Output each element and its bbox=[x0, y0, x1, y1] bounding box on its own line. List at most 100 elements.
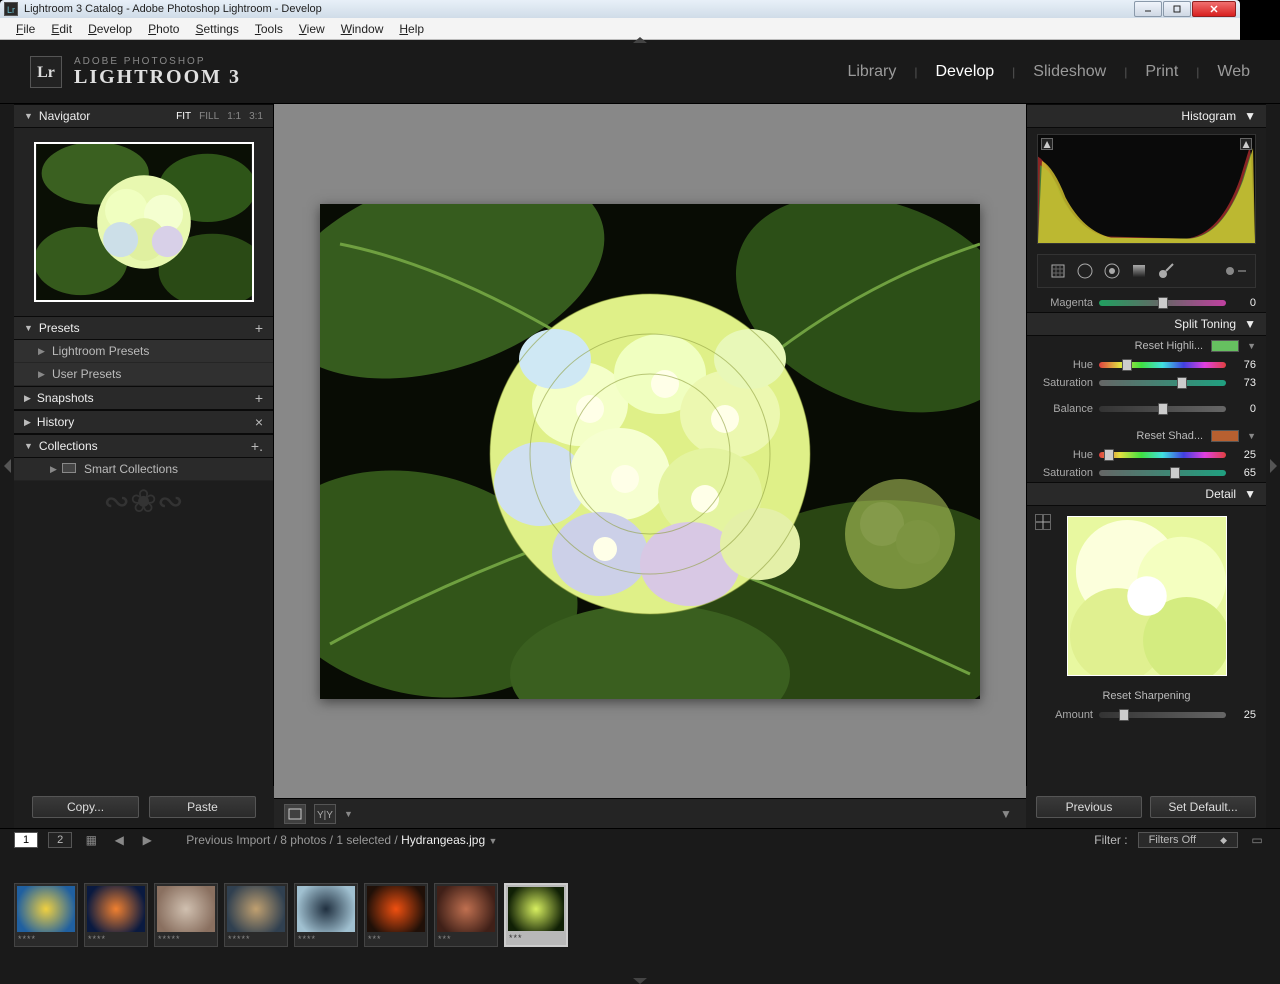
menu-settings[interactable]: Settings bbox=[187, 20, 246, 38]
module-print[interactable]: Print bbox=[1145, 63, 1178, 81]
presets-add-icon[interactable]: + bbox=[255, 320, 263, 336]
zoom-1-1[interactable]: 1:1 bbox=[227, 111, 241, 122]
menu-help[interactable]: Help bbox=[391, 20, 432, 38]
menu-file[interactable]: File bbox=[8, 20, 43, 38]
highlights-swatch[interactable] bbox=[1211, 340, 1239, 352]
nav-back-icon[interactable]: ◀ bbox=[110, 832, 128, 848]
magenta-slider[interactable]: Magenta 0 bbox=[1027, 294, 1266, 312]
tool-disclosure-icon[interactable] bbox=[1224, 260, 1246, 282]
shadows-sub-header[interactable]: Reset Shad... ▼ bbox=[1027, 426, 1266, 446]
filmstrip-thumb-6[interactable]: *** bbox=[434, 883, 498, 947]
before-after-button[interactable]: Y|Y bbox=[314, 804, 336, 824]
previous-button[interactable]: Previous bbox=[1036, 796, 1142, 818]
highlights-sub-header[interactable]: Reset Highli... ▼ bbox=[1027, 336, 1266, 356]
copy-button[interactable]: Copy... bbox=[32, 796, 139, 818]
filmstrip-thumb-1[interactable]: **** bbox=[84, 883, 148, 947]
grad-filter-icon[interactable] bbox=[1128, 260, 1150, 282]
shadow-clipping-icon[interactable]: ▲ bbox=[1041, 138, 1053, 150]
history-header[interactable]: ▶History × bbox=[14, 410, 273, 434]
panel-collapse-right-icon[interactable] bbox=[1266, 104, 1280, 828]
filmstrip-thumb-5[interactable]: *** bbox=[364, 883, 428, 947]
filmstrip-thumb-3[interactable]: ***** bbox=[224, 883, 288, 947]
window-titlebar: Lr Lightroom 3 Catalog - Adobe Photoshop… bbox=[0, 0, 1240, 18]
navigator-header[interactable]: ▼Navigator FITFILL1:13:1 bbox=[14, 104, 273, 128]
module-picker: Lr ADOBE PHOTOSHOP LIGHTROOM 3 Library|D… bbox=[0, 40, 1280, 104]
filmstrip: 1 2 ▦ ◀ ▶ Previous Import / 8 photos / 1… bbox=[0, 828, 1280, 984]
module-develop[interactable]: Develop bbox=[935, 63, 994, 81]
monitor-2-button[interactable]: 2 bbox=[48, 832, 72, 848]
shadows-sat-slider[interactable]: Saturation65 bbox=[1027, 464, 1266, 482]
redeye-tool-icon[interactable] bbox=[1101, 260, 1123, 282]
shadows-hue-slider[interactable]: Hue25 bbox=[1027, 446, 1266, 464]
filter-dropdown[interactable]: Filters Off◆ bbox=[1138, 832, 1238, 848]
panel-collapse-bottom-icon[interactable] bbox=[0, 978, 1280, 984]
filmstrip-thumb-7[interactable]: *** bbox=[504, 883, 568, 947]
toolbar-menu-icon[interactable]: ▼ bbox=[996, 804, 1016, 824]
window-title: Lightroom 3 Catalog - Adobe Photoshop Li… bbox=[24, 3, 322, 15]
presets-header[interactable]: ▼Presets + bbox=[14, 316, 273, 340]
snapshots-header[interactable]: ▶Snapshots + bbox=[14, 386, 273, 410]
menu-view[interactable]: View bbox=[291, 20, 333, 38]
history-clear-icon[interactable]: × bbox=[255, 414, 263, 430]
collection-smart[interactable]: ▶Smart Collections bbox=[14, 458, 273, 481]
filter-lock-icon[interactable]: ▭ bbox=[1248, 832, 1266, 848]
detail-thumbnail[interactable] bbox=[1067, 516, 1227, 676]
collection-icon bbox=[62, 463, 76, 473]
zoom-FIT[interactable]: FIT bbox=[176, 111, 191, 122]
menu-photo[interactable]: Photo bbox=[140, 20, 187, 38]
menu-develop[interactable]: Develop bbox=[80, 20, 140, 38]
sharpening-amount-slider[interactable]: Amount25 bbox=[1027, 706, 1266, 724]
menu-window[interactable]: Window bbox=[333, 20, 392, 38]
preset-folder-user[interactable]: ▶User Presets bbox=[14, 363, 273, 386]
loupe-view-button[interactable] bbox=[284, 804, 306, 824]
main-photo[interactable] bbox=[320, 204, 980, 699]
before-after-menu-icon[interactable]: ▼ bbox=[344, 809, 353, 819]
preset-folder-lightroom[interactable]: ▶Lightroom Presets bbox=[14, 340, 273, 363]
spot-removal-icon[interactable] bbox=[1074, 260, 1096, 282]
collections-header[interactable]: ▼Collections +. bbox=[14, 434, 273, 458]
detail-target-icon[interactable] bbox=[1035, 514, 1051, 530]
adjust-brush-icon[interactable] bbox=[1155, 260, 1177, 282]
set-default-button[interactable]: Set Default... bbox=[1150, 796, 1256, 818]
breadcrumb[interactable]: Previous Import / 8 photos / 1 selected … bbox=[186, 833, 497, 847]
crop-tool-icon[interactable] bbox=[1047, 260, 1069, 282]
shadows-swatch[interactable] bbox=[1211, 430, 1239, 442]
window-maximize-button[interactable] bbox=[1163, 1, 1191, 17]
thumb-rating: **** bbox=[295, 934, 357, 946]
histogram[interactable]: ▲ ▲ bbox=[1037, 134, 1256, 244]
filmstrip-thumb-4[interactable]: **** bbox=[294, 883, 358, 947]
window-close-button[interactable] bbox=[1192, 1, 1236, 17]
panel-collapse-top-icon[interactable] bbox=[633, 37, 647, 43]
window-minimize-button[interactable] bbox=[1134, 1, 1162, 17]
paste-button[interactable]: Paste bbox=[149, 796, 256, 818]
thumb-rating: *** bbox=[506, 933, 566, 945]
grid-icon[interactable]: ▦ bbox=[82, 832, 100, 848]
thumb-rating: **** bbox=[15, 934, 77, 946]
zoom-FILL[interactable]: FILL bbox=[199, 111, 219, 122]
highlights-hue-slider[interactable]: Hue76 bbox=[1027, 356, 1266, 374]
filmstrip-thumb-0[interactable]: **** bbox=[14, 883, 78, 947]
monitor-1-button[interactable]: 1 bbox=[14, 832, 38, 848]
highlights-sat-slider[interactable]: Saturation73 bbox=[1027, 374, 1266, 392]
module-slideshow[interactable]: Slideshow bbox=[1033, 63, 1106, 81]
filter-label: Filter : bbox=[1094, 833, 1127, 847]
center-canvas: Y|Y ▼ ▼ bbox=[274, 104, 1026, 828]
menu-tools[interactable]: Tools bbox=[247, 20, 291, 38]
collections-add-icon[interactable]: +. bbox=[251, 438, 263, 454]
split-toning-header[interactable]: Split Toning▼ bbox=[1027, 312, 1266, 336]
snapshots-add-icon[interactable]: + bbox=[255, 390, 263, 406]
nav-fwd-icon[interactable]: ▶ bbox=[138, 832, 156, 848]
highlight-clipping-icon[interactable]: ▲ bbox=[1240, 138, 1252, 150]
navigator-thumbnail[interactable] bbox=[34, 142, 254, 302]
detail-header[interactable]: Detail▼ bbox=[1027, 482, 1266, 506]
module-web[interactable]: Web bbox=[1217, 63, 1250, 81]
histogram-header[interactable]: Histogram▼ bbox=[1027, 104, 1266, 128]
filmstrip-thumb-2[interactable]: ***** bbox=[154, 883, 218, 947]
panel-collapse-left-icon[interactable] bbox=[0, 104, 14, 828]
zoom-3-1[interactable]: 3:1 bbox=[249, 111, 263, 122]
menu-edit[interactable]: Edit bbox=[43, 20, 80, 38]
balance-slider[interactable]: Balance0 bbox=[1027, 400, 1266, 418]
thumb-rating: ***** bbox=[225, 934, 287, 946]
navigator-body bbox=[14, 128, 273, 316]
module-library[interactable]: Library bbox=[847, 63, 896, 81]
